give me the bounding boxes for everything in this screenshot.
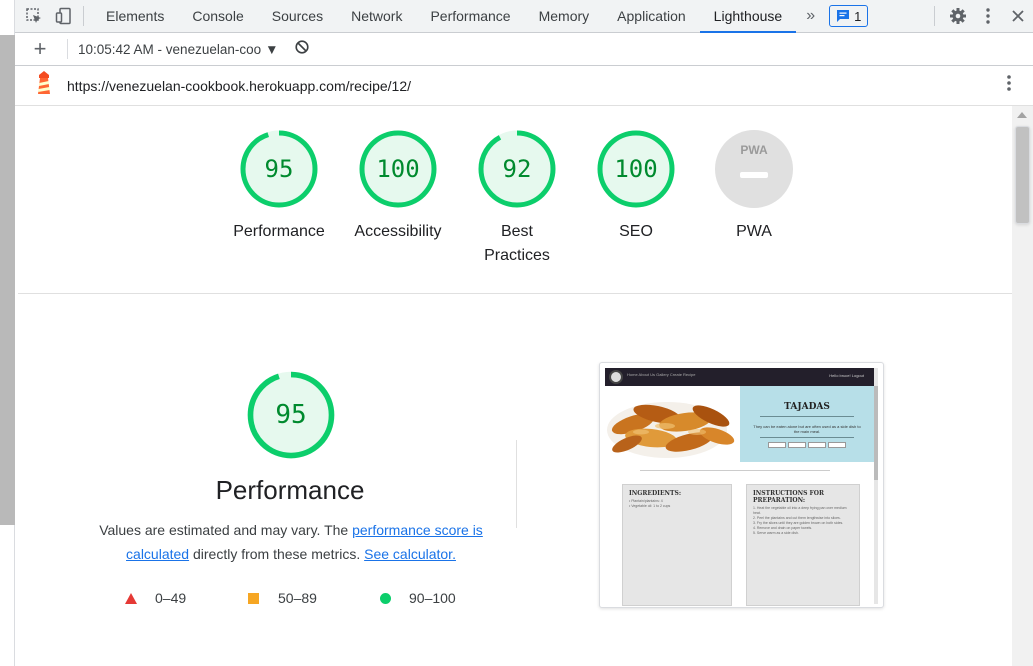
tab-console[interactable]: Console [178, 0, 257, 33]
clear-reports-icon[interactable] [294, 39, 309, 59]
lighthouse-logo-icon [35, 71, 53, 100]
device-toolbar-icon[interactable] [53, 5, 75, 27]
close-devtools-icon[interactable] [1003, 0, 1033, 33]
gauge-label-pwa[interactable]: PWA [693, 220, 815, 244]
scroll-thumb[interactable] [1015, 126, 1030, 224]
settings-gear-icon[interactable] [943, 0, 973, 33]
gauge-score: 100 [614, 155, 658, 183]
thumb-recipe-tags [760, 442, 854, 448]
performance-score: 95 [275, 400, 307, 430]
performance-title: Performance [215, 475, 365, 505]
gauge-accessibility[interactable]: 100 [358, 129, 438, 209]
tab-lighthouse[interactable]: Lighthouse [699, 0, 797, 33]
thumb-ingredients-card: INGREDIENTS: • Plantain/plantains: 4 • V… [622, 484, 732, 606]
gauge-label-best-practices[interactable]: Best Practices [466, 220, 568, 268]
report-selector-value: 10:05:42 AM - venezuelan-coo [78, 41, 262, 57]
tab-application[interactable]: Application [603, 0, 700, 33]
vertical-divider [516, 440, 517, 528]
thumb-nav-links: Home About Us Gallery Create Recipe [627, 372, 696, 377]
gauge-pwa[interactable]: PWA [715, 130, 793, 208]
thumb-instructions-heading: INSTRUCTIONS FOR PREPARATION: [753, 490, 824, 504]
tab-sources[interactable]: Sources [258, 0, 337, 33]
section-divider [18, 293, 1012, 294]
report-url[interactable]: https://venezuelan-cookbook.herokuapp.co… [67, 78, 411, 94]
final-screenshot-thumbnail[interactable]: Home About Us Gallery Create Recipe Hell… [599, 362, 884, 608]
thumb-recipe-subtitle: They can be eaten alone but are often us… [753, 424, 861, 434]
legend-range: 90–100 [409, 590, 456, 606]
thumb-nav-right: Hello bruce! Logout [829, 373, 864, 378]
average-square-icon [248, 592, 259, 604]
legend-fail: 0–49 [125, 589, 186, 607]
gauge-label-accessibility[interactable]: Accessibility [337, 220, 459, 244]
tab-network[interactable]: Network [337, 0, 416, 33]
left-edge-panel [0, 0, 15, 666]
legend-range: 50–89 [278, 590, 317, 606]
report-selector[interactable]: 10:05:42 AM - venezuelan-coo ▼ [67, 39, 279, 59]
tab-performance[interactable]: Performance [416, 0, 524, 33]
thumb-recipe-title: TAJADAS [784, 402, 830, 412]
gauge-performance[interactable]: 95 [239, 129, 319, 209]
gauge-score: 92 [502, 155, 532, 183]
thumb-instructions-card: INSTRUCTIONS FOR PREPARATION: 1. Heat th… [746, 484, 860, 606]
pwa-badge-text: PWA [740, 143, 768, 157]
issues-badge[interactable]: 1 [829, 5, 869, 27]
report-scrollbar[interactable] [1012, 106, 1033, 666]
dropdown-caret-icon: ▼ [265, 41, 279, 57]
performance-gauge-large: 95 [246, 370, 336, 460]
fail-triangle-icon [125, 592, 137, 604]
report-url-bar: https://venezuelan-cookbook.herokuapp.co… [15, 66, 1033, 106]
tab-elements[interactable]: Elements [92, 0, 178, 33]
more-tabs-button[interactable]: » [796, 7, 825, 25]
inspect-element-icon[interactable] [23, 5, 45, 27]
devtools-tab-bar: Elements Console Sources Network Perform… [15, 0, 1033, 33]
gauge-seo[interactable]: 100 [596, 129, 676, 209]
thumb-recipe-header: TAJADAS They can be eaten alone but are … [740, 386, 874, 462]
pass-circle-icon [380, 592, 391, 604]
thumb-plantain-image [605, 386, 740, 462]
legend-average: 50–89 [248, 589, 317, 607]
thumb-logo-icon [609, 370, 623, 384]
performance-description: Values are estimated and may vary. The p… [99, 522, 483, 562]
gauge-score: 100 [376, 155, 420, 183]
pwa-dash-icon [740, 172, 768, 178]
thumb-scrollbar [874, 368, 878, 604]
issues-count: 1 [854, 8, 862, 24]
see-calculator-link[interactable]: See calculator. [364, 546, 456, 562]
thumb-ingredients-heading: INGREDIENTS: [629, 490, 682, 497]
gauge-best-practices[interactable]: 92 [477, 129, 557, 209]
message-icon [837, 10, 850, 22]
tab-memory[interactable]: Memory [525, 0, 604, 33]
legend-pass: 90–100 [380, 589, 456, 607]
customize-kebab-icon[interactable] [973, 0, 1003, 33]
scroll-up-arrow-icon[interactable] [1017, 112, 1027, 118]
gauge-score: 95 [264, 155, 294, 183]
lighthouse-report-bar: + 10:05:42 AM - venezuelan-coo ▼ [15, 33, 1033, 66]
gauge-label-seo[interactable]: SEO [575, 220, 697, 244]
legend-range: 0–49 [155, 590, 187, 606]
gauge-label-performance[interactable]: Performance [218, 220, 340, 244]
new-report-button[interactable]: + [27, 38, 53, 60]
report-menu-kebab-icon[interactable] [1007, 75, 1011, 96]
thumb-navbar: Home About Us Gallery Create Recipe Hell… [605, 368, 874, 386]
